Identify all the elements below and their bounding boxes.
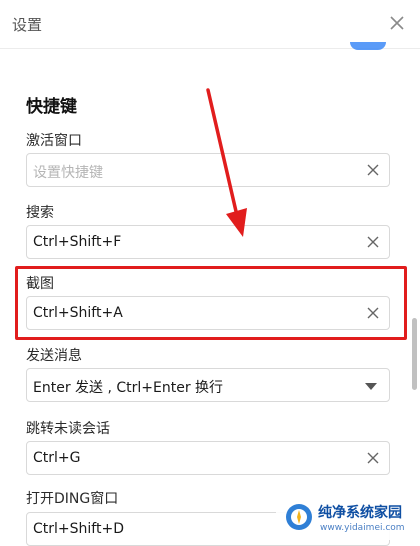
shortcut-field-unread[interactable]: Ctrl+G xyxy=(26,441,390,475)
shortcut-field-activate[interactable]: 设置快捷键 xyxy=(26,153,390,187)
shortcut-label-unread: 跳转未读会话 xyxy=(26,421,110,437)
watermark-url: www.yidaimei.com xyxy=(320,523,405,533)
shortcut-value: Ctrl+G xyxy=(33,450,81,466)
watermark-name: 纯净系统家园 xyxy=(318,505,402,521)
clear-icon[interactable] xyxy=(366,163,380,177)
shortcut-value: Ctrl+Shift+D xyxy=(33,521,124,537)
send-message-select[interactable]: Enter 发送 , Ctrl+Enter 换行 xyxy=(26,368,390,402)
clear-icon[interactable] xyxy=(366,235,380,249)
highlight-box xyxy=(15,266,407,340)
toggle-switch[interactable] xyxy=(350,42,386,50)
clear-icon[interactable] xyxy=(366,451,380,465)
window-title: 设置 xyxy=(12,16,43,34)
section-title: 快捷键 xyxy=(26,97,77,117)
close-icon[interactable] xyxy=(388,14,406,32)
shortcut-placeholder: 设置快捷键 xyxy=(33,165,103,181)
shortcut-field-search[interactable]: Ctrl+Shift+F xyxy=(26,225,390,259)
scrollbar[interactable] xyxy=(412,318,417,390)
chevron-down-icon[interactable] xyxy=(365,383,377,390)
watermark: 纯净系统家园 www.yidaimei.com xyxy=(276,496,420,540)
shortcut-label-search: 搜索 xyxy=(26,205,54,221)
shortcut-label-send: 发送消息 xyxy=(26,348,82,364)
shortcut-label-ding: 打开DING窗口 xyxy=(26,491,119,507)
shortcut-value: Ctrl+Shift+F xyxy=(33,234,122,250)
shortcut-label-activate: 激活窗口 xyxy=(26,133,82,149)
select-value: Enter 发送 , Ctrl+Enter 换行 xyxy=(33,380,224,396)
logo-icon xyxy=(286,504,312,530)
